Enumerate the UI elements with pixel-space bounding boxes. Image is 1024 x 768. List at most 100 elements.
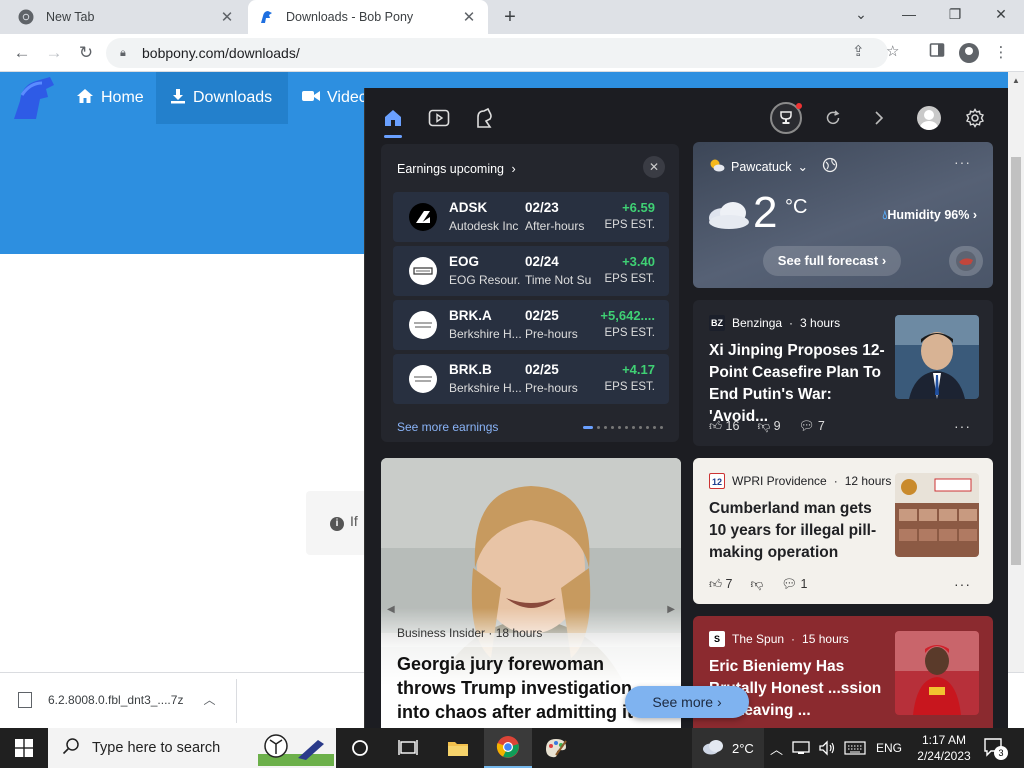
close-card-button[interactable]: ✕ [643, 156, 665, 178]
side-panel-icon[interactable] [926, 42, 948, 64]
bob-pony-icon [258, 9, 274, 25]
earnings-time: After-hours [525, 219, 585, 233]
download-item[interactable]: 6.2.8008.0.fbl_dnt3_....7z ︿ [18, 691, 215, 708]
close-window-button[interactable]: ✕ [978, 0, 1024, 30]
chrome-taskbar-icon[interactable] [484, 728, 532, 768]
search-highlight-icon [258, 730, 334, 768]
featured-headline[interactable]: Georgia jury forewoman throws Trump inve… [397, 652, 667, 728]
tab-downloads[interactable]: Downloads - Bob Pony ✕ [248, 0, 488, 34]
locate-globe-icon[interactable] [822, 157, 838, 176]
tab-search-icon[interactable]: ⌄ [838, 0, 884, 30]
address-bar[interactable]: 🔒︎ bobpony.com/downloads/ ⇪ ☆ [106, 38, 899, 68]
news-thumbnail [895, 631, 979, 715]
close-tab-icon[interactable]: ✕ [218, 8, 236, 26]
menu-icon[interactable]: ⋮ [990, 42, 1012, 64]
eps-value: +5,642.... [600, 308, 655, 323]
new-tab-button[interactable]: + [498, 5, 522, 29]
earnings-row[interactable]: BRK.B Berkshire H... 02/25 Pre-hours +4.… [393, 354, 669, 404]
more-options-icon[interactable]: ··· [954, 154, 971, 170]
eog-logo [409, 257, 437, 285]
reload-button[interactable]: ↻ [72, 40, 100, 66]
more-options-icon[interactable]: ··· [954, 576, 971, 592]
back-button[interactable]: ← [8, 40, 36, 66]
bookmark-star-icon[interactable]: ☆ [886, 42, 899, 60]
comment-button[interactable]: 💬︎ 1 [781, 577, 807, 592]
wpri-logo: 12 [709, 473, 725, 489]
news-headline[interactable]: Xi Jinping Proposes 12-Point Ceasefire P… [709, 340, 893, 428]
minimize-button[interactable]: — [886, 0, 932, 30]
show-hidden-icons[interactable]: ︿ [770, 728, 783, 768]
news-headline[interactable]: Cumberland man gets 10 years for illegal… [709, 498, 893, 564]
volume-icon[interactable] [818, 728, 836, 768]
search-placeholder: Type here to search [92, 740, 221, 756]
company-name: EOG Resour... [449, 273, 521, 287]
widgets-panel: Earnings upcoming › ✕ ADSK Autodesk Inc … [364, 88, 1008, 728]
taskbar-search-box[interactable]: Type here to search [48, 728, 336, 768]
see-full-forecast-button[interactable]: See full forecast › [763, 246, 901, 276]
chevron-right-icon[interactable] [863, 102, 895, 134]
widgets-play-tab[interactable] [473, 106, 497, 130]
dislike-button[interactable]: 👎︎ [751, 577, 764, 592]
lock-icon[interactable]: 🔒︎ [120, 47, 132, 60]
see-more-button[interactable]: See more › [625, 686, 749, 718]
refresh-icon[interactable] [817, 102, 849, 134]
more-options-icon[interactable]: ··· [954, 418, 971, 434]
widgets-home-tab[interactable] [381, 106, 405, 138]
account-avatar[interactable] [913, 102, 945, 134]
file-explorer-icon[interactable] [434, 728, 482, 768]
search-icon [62, 737, 80, 760]
network-icon[interactable] [792, 728, 810, 768]
settings-gear-icon[interactable] [959, 102, 991, 134]
news-card[interactable]: BZ Benzinga · 3 hours Xi Jinping Proposes … [693, 300, 993, 446]
paint-icon[interactable] [532, 728, 580, 768]
task-view-icon[interactable] [384, 728, 432, 768]
cortana-icon[interactable] [336, 728, 384, 768]
comment-button[interactable]: 💬︎ 7 [799, 419, 825, 434]
nav-home[interactable]: Home [62, 72, 156, 124]
tab-strip: New Tab ✕ Downloads - Bob Pony ✕ + ⌄ — ❐… [0, 0, 1024, 34]
forward-button[interactable]: → [40, 40, 68, 66]
berkshire-logo [409, 311, 437, 339]
earnings-time: Pre-hours [525, 327, 578, 341]
earnings-row[interactable]: BRK.A Berkshire H... 02/25 Pre-hours +5,… [393, 300, 669, 350]
scrollbar-thumb[interactable] [1011, 157, 1021, 565]
news-card[interactable]: 12 WPRI Providence · 12 hours Cumberland m… [693, 458, 993, 604]
earnings-row[interactable]: ADSK Autodesk Inc 02/23 After-hours +6.5… [393, 192, 669, 242]
see-more-earnings-link[interactable]: See more earnings [397, 420, 498, 434]
nav-videos[interactable]: Videc [288, 72, 364, 124]
chevron-right-icon: › [511, 162, 516, 176]
earnings-row[interactable]: EOG EOG Resour... 02/24 Time Not Su +3.4… [393, 246, 669, 296]
weather-map-button[interactable] [949, 246, 983, 276]
tab-new-tab[interactable]: New Tab ✕ [8, 0, 246, 34]
chevron-up-icon[interactable]: ︿ [203, 691, 215, 708]
weather-card[interactable]: Pawcatuck ⌄ ··· 2 °C 💧︎Humidity 96% › Se… [693, 142, 993, 288]
keyboard-icon[interactable] [844, 728, 866, 768]
restore-button[interactable]: ❐ [932, 0, 978, 30]
carousel-prev-arrow[interactable]: ◀ [387, 604, 395, 615]
bob-pony-logo[interactable] [10, 75, 58, 121]
like-button[interactable]: 👍︎ 7 [709, 577, 733, 592]
humidity-link[interactable]: 💧︎Humidity 96% › [882, 208, 977, 223]
eps-label: EPS EST. [604, 381, 656, 393]
share-icon[interactable]: ⇪ [852, 42, 865, 60]
dislike-button[interactable]: 👎︎ 9 [757, 419, 780, 434]
carousel-next-arrow[interactable]: ▶ [667, 604, 675, 615]
carousel-dots[interactable] [583, 426, 663, 429]
nav-downloads[interactable]: Downloads [156, 72, 288, 124]
taskbar-weather[interactable]: 2°C [692, 728, 764, 768]
news-time: 15 hours [802, 632, 849, 646]
scroll-up-arrow[interactable]: ▲ [1012, 76, 1020, 85]
like-button[interactable]: 👍︎ 16 [709, 419, 739, 434]
rewards-icon[interactable] [770, 102, 802, 134]
windows-start-button[interactable] [0, 728, 48, 768]
weather-location[interactable]: Pawcatuck ⌄ [709, 157, 838, 176]
widgets-video-tab[interactable] [427, 106, 451, 130]
profile-icon[interactable] [958, 42, 980, 64]
page-scrollbar[interactable]: ▲ ▼ [1008, 72, 1024, 728]
taskbar-clock[interactable]: 1:17 AM 2/24/2023 [914, 732, 974, 764]
notification-center-icon[interactable]: 3 [982, 736, 1008, 760]
earnings-title[interactable]: Earnings upcoming › [397, 162, 516, 176]
ticker-symbol: EOG [449, 254, 480, 269]
input-language[interactable]: ENG [876, 728, 902, 768]
close-tab-icon[interactable]: ✕ [460, 8, 478, 26]
